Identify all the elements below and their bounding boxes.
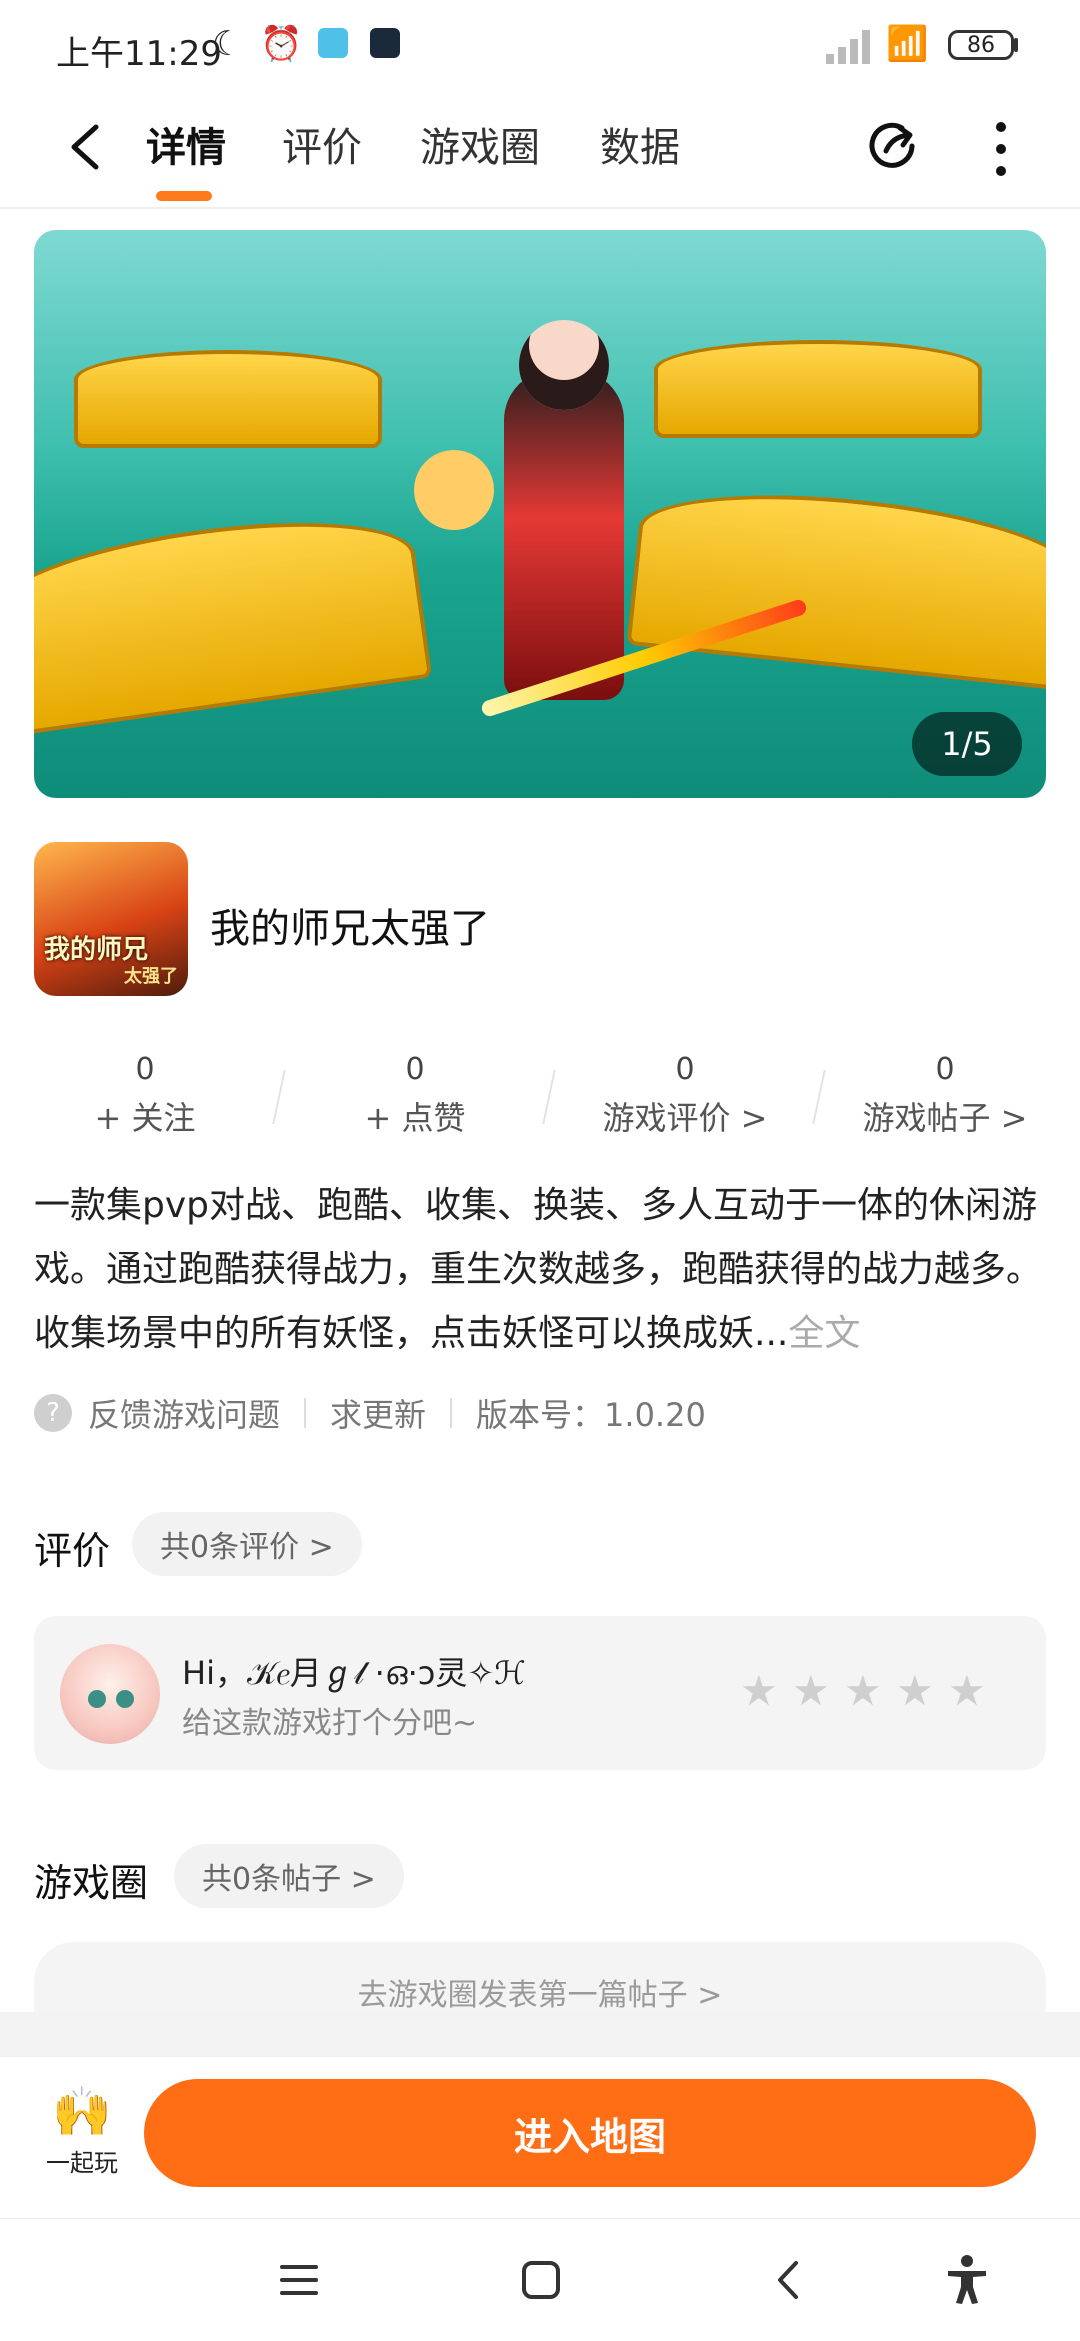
feedback-link[interactable]: 反馈游戏问题 bbox=[88, 1390, 280, 1436]
reviews-section-title: 评价 bbox=[34, 1529, 111, 1573]
stat-value: 0 bbox=[935, 1052, 955, 1087]
stat-follow[interactable]: 0 + 关注 bbox=[10, 1052, 280, 1139]
game-description: 一款集pvp对战、跑酷、收集、换装、多人互动于一体的休闲游戏。通过跑酷获得战力，… bbox=[34, 1174, 1044, 1366]
screenshot-carousel[interactable]: 1/5 bbox=[34, 230, 1046, 798]
app-notification-icon bbox=[370, 28, 400, 58]
play-together-label: 一起玩 bbox=[46, 2149, 118, 2177]
back-arrow-icon[interactable] bbox=[60, 119, 116, 175]
system-nav-bar bbox=[0, 2218, 1080, 2341]
description-text: 一款集pvp对战、跑酷、收集、换装、多人互动于一体的休闲游戏。通过跑酷获得战力，… bbox=[34, 1185, 1043, 1354]
hands-icon: 🙌 bbox=[52, 2084, 112, 2140]
version-number: 版本号：1.0.20 bbox=[476, 1396, 706, 1434]
banner-pet bbox=[414, 450, 494, 530]
user-greeting: Hi，𝒦𝑒月ℊ𝓁 ·ഒ·ↄ灵✧ℋ bbox=[182, 1654, 526, 1692]
help-icon: ? bbox=[34, 1394, 72, 1432]
circle-section-title: 游戏圈 bbox=[34, 1861, 149, 1905]
stat-label: + 关注 bbox=[94, 1099, 196, 1137]
status-time: 上午11:29 bbox=[56, 34, 222, 74]
reviews-count-pill[interactable]: 共0条评价 > bbox=[132, 1512, 362, 1576]
stat-label: 游戏帖子 > bbox=[862, 1099, 1028, 1137]
avatar-eye bbox=[88, 1690, 106, 1708]
status-bar: 上午11:29 ☾ ⏰ 📶 86 bbox=[0, 0, 1080, 95]
game-icon-title: 我的师兄 bbox=[44, 935, 149, 965]
stat-label: + 点赞 bbox=[364, 1099, 466, 1137]
share-icon[interactable] bbox=[862, 115, 924, 177]
rate-prompt: 给这款游戏打个分吧~ bbox=[182, 1706, 478, 1741]
avatar-eye bbox=[116, 1690, 134, 1708]
stat-value: 0 bbox=[675, 1052, 695, 1087]
request-update-link[interactable]: 求更新 bbox=[330, 1390, 426, 1436]
tab-game-circle[interactable]: 游戏圈 bbox=[420, 115, 540, 173]
signal-icon bbox=[826, 30, 870, 64]
game-title: 我的师兄太强了 bbox=[210, 906, 490, 952]
tab-data[interactable]: 数据 bbox=[600, 115, 680, 173]
moon-icon: ☾ bbox=[212, 24, 243, 64]
banner-bridge-decoration bbox=[74, 350, 382, 448]
top-nav: 详情 评价 游戏圈 数据 bbox=[0, 95, 1080, 209]
stat-game-posts[interactable]: 0 游戏帖子 > bbox=[810, 1052, 1080, 1139]
battery-tip bbox=[1014, 38, 1018, 52]
first-post-card[interactable]: 去游戏圈发表第一篇帖子 > bbox=[34, 1942, 1046, 2022]
banner-character bbox=[504, 370, 624, 700]
accessibility-icon[interactable] bbox=[940, 2253, 994, 2307]
star-rating[interactable]: ★ ★ ★ ★ ★ bbox=[740, 1670, 986, 1712]
alarm-icon: ⏰ bbox=[260, 24, 303, 64]
stats-row: 0 + 关注 0 + 点赞 0 游戏评价 > 0 游戏帖子 > bbox=[0, 1052, 1080, 1142]
star-icon[interactable]: ★ bbox=[948, 1670, 986, 1712]
stat-like[interactable]: 0 + 点赞 bbox=[280, 1052, 550, 1139]
meta-row: ? 反馈游戏问题 求更新 版本号：1.0.20 bbox=[34, 1388, 706, 1438]
enter-map-button[interactable]: 进入地图 bbox=[144, 2079, 1036, 2187]
banner-bridge-decoration bbox=[654, 340, 982, 438]
star-icon[interactable]: ★ bbox=[896, 1670, 934, 1712]
stat-label: 游戏评价 > bbox=[602, 1099, 768, 1137]
star-icon[interactable]: ★ bbox=[844, 1670, 882, 1712]
tab-reviews[interactable]: 评价 bbox=[282, 115, 362, 173]
play-together-button[interactable]: 🙌 一起玩 bbox=[36, 2085, 128, 2178]
home-icon[interactable] bbox=[514, 2253, 568, 2307]
game-icon: 我的师兄 太强了 bbox=[34, 842, 188, 996]
more-options-icon[interactable] bbox=[986, 119, 1016, 179]
banner-character-head bbox=[519, 320, 609, 410]
bottom-action-bar: 🙌 一起玩 进入地图 bbox=[0, 2056, 1080, 2211]
app-notification-icon bbox=[318, 28, 348, 58]
star-icon[interactable]: ★ bbox=[740, 1670, 778, 1712]
active-tab-indicator bbox=[156, 191, 212, 201]
banner-bridge-decoration bbox=[34, 501, 433, 737]
meta-divider bbox=[450, 1398, 453, 1428]
game-icon-subtitle: 太强了 bbox=[124, 966, 178, 987]
first-post-cta: 去游戏圈发表第一篇帖子 > bbox=[357, 1978, 723, 2013]
posts-count-pill[interactable]: 共0条帖子 > bbox=[174, 1844, 404, 1908]
stat-value: 0 bbox=[135, 1052, 155, 1087]
battery-icon: 86 bbox=[948, 30, 1014, 60]
wifi-icon: 📶 bbox=[886, 24, 929, 64]
meta-divider bbox=[304, 1398, 307, 1428]
rate-game-card: Hi，𝒦𝑒月ℊ𝓁 ·ഒ·ↄ灵✧ℋ 给这款游戏打个分吧~ ★ ★ ★ ★ ★ bbox=[34, 1616, 1046, 1770]
banner-bridge-decoration bbox=[626, 477, 1046, 691]
carousel-page-indicator: 1/5 bbox=[912, 712, 1022, 776]
menu-icon[interactable] bbox=[272, 2253, 326, 2307]
stat-value: 0 bbox=[405, 1052, 425, 1087]
stat-game-reviews[interactable]: 0 游戏评价 > bbox=[550, 1052, 820, 1139]
user-avatar bbox=[60, 1644, 160, 1744]
tab-details[interactable]: 详情 bbox=[146, 115, 226, 173]
star-icon[interactable]: ★ bbox=[792, 1670, 830, 1712]
read-more-link[interactable]: 全文 bbox=[788, 1313, 860, 1354]
back-icon[interactable] bbox=[762, 2253, 816, 2307]
